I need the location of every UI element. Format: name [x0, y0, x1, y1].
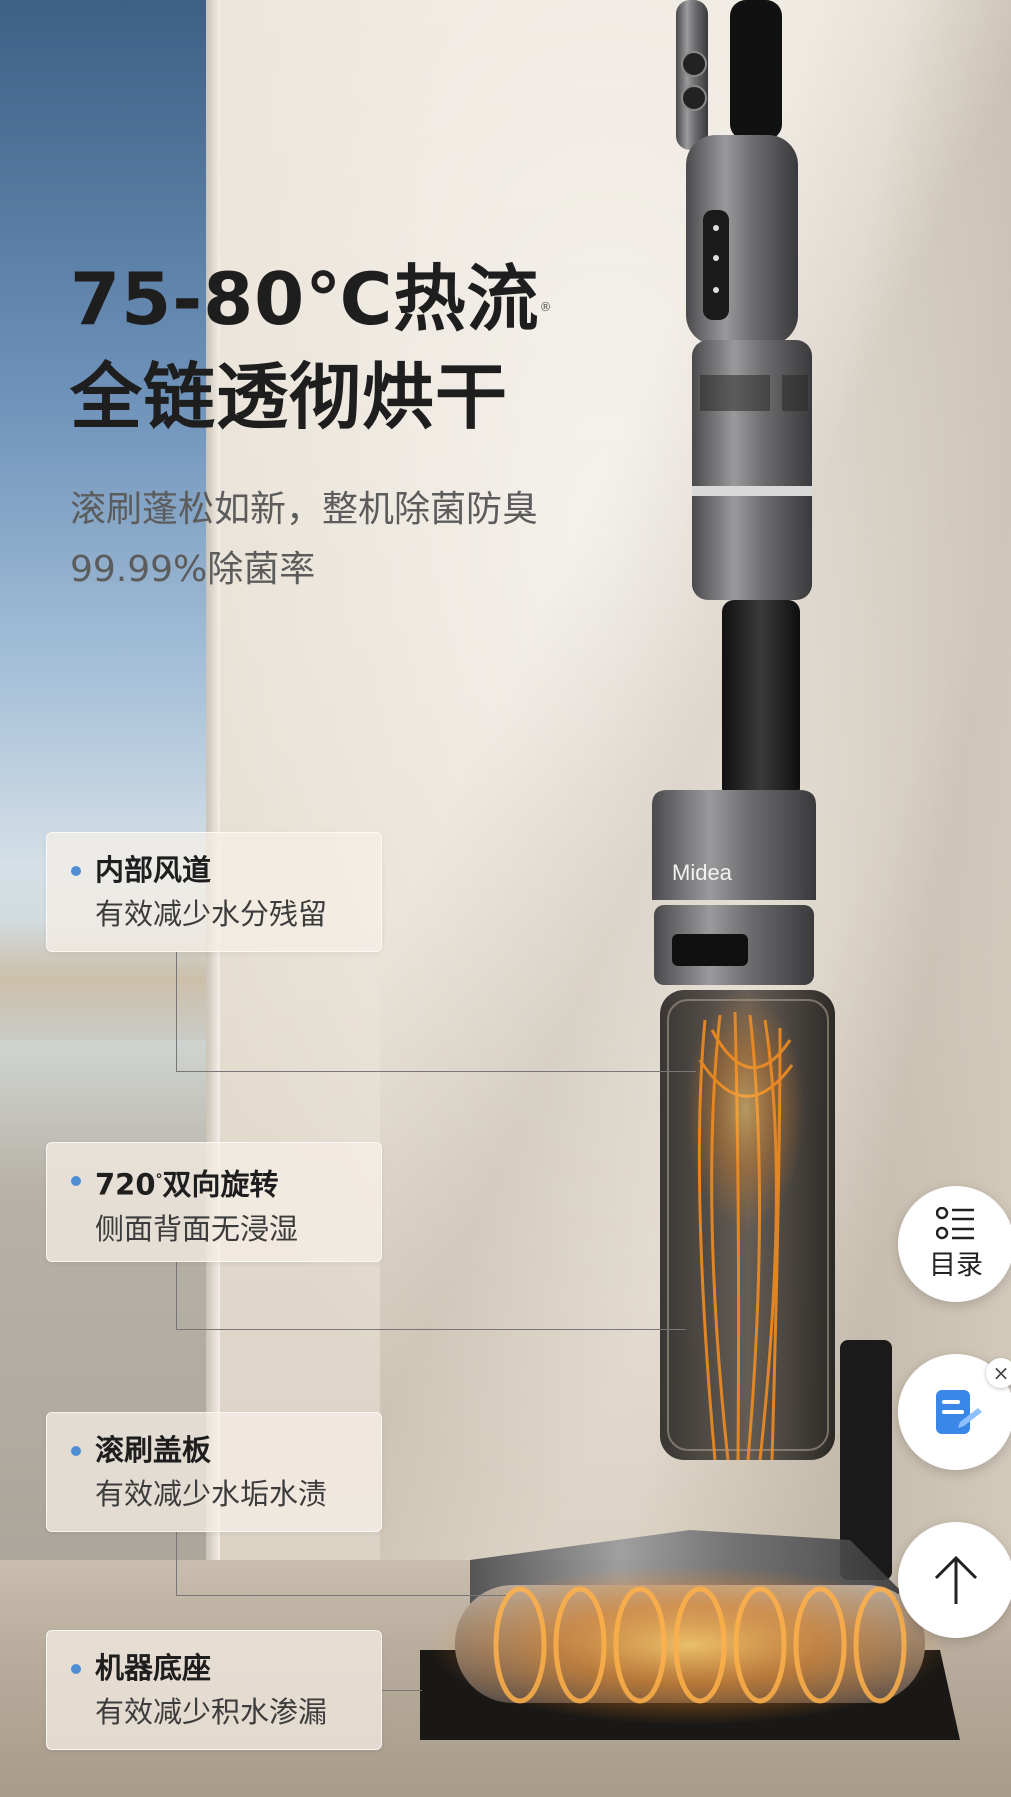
leader-line-2 [176, 1262, 686, 1330]
feature-desc: 有效减少积水渗漏 [95, 1695, 328, 1729]
close-icon[interactable]: × [986, 1358, 1011, 1388]
leader-line-3 [176, 1532, 506, 1596]
feature-card-base: 机器底座 有效减少积水渗漏 [46, 1630, 382, 1750]
bullet-dot [71, 1664, 81, 1674]
feature-title: 机器底座 [95, 1651, 212, 1685]
feature-card-rotation: 720°双向旋转 侧面背面无浸湿 [46, 1142, 382, 1262]
bullet-dot [71, 1176, 81, 1186]
feature-desc: 有效减少水分残留 [95, 897, 328, 931]
feature-title: 720°双向旋转 [95, 1167, 279, 1202]
list-icon [936, 1206, 974, 1239]
feature-title: 内部风道 [95, 853, 212, 887]
headline-line-1: 75-80℃热流® [70, 257, 553, 341]
feature-card-brush-cover: 滚刷盖板 有效减少水垢水渍 [46, 1412, 382, 1532]
subtext: 滚刷蓬松如新，整机除菌防臭 99.99%除菌率 [70, 480, 538, 600]
toc-label: 目录 [929, 1249, 983, 1281]
headline: 75-80℃热流® 全链透彻烘干 [70, 250, 552, 446]
brand-logo: Midea [672, 860, 733, 885]
feature-card-air-duct: 内部风道 有效减少水分残留 [46, 832, 382, 952]
leader-line-4 [382, 1690, 422, 1691]
toc-button[interactable]: 目录 [898, 1186, 1011, 1302]
bullet-dot [71, 1446, 81, 1456]
arrow-up-icon [934, 1555, 978, 1604]
leader-line-1 [176, 951, 696, 1072]
back-to-top-button[interactable] [898, 1522, 1011, 1638]
bullet-dot [71, 866, 81, 876]
feature-desc: 侧面背面无浸湿 [95, 1211, 299, 1246]
subtext-line-1: 滚刷蓬松如新，整机除菌防臭 [70, 489, 539, 530]
headline-line-2: 全链透彻烘干 [70, 355, 509, 439]
subtext-line-2: 99.99%除菌率 [70, 549, 316, 590]
feature-title: 滚刷盖板 [95, 1433, 212, 1467]
registered-mark: ® [539, 300, 553, 314]
document-icon [936, 1390, 982, 1434]
feature-desc: 有效减少水垢水渍 [95, 1477, 328, 1511]
